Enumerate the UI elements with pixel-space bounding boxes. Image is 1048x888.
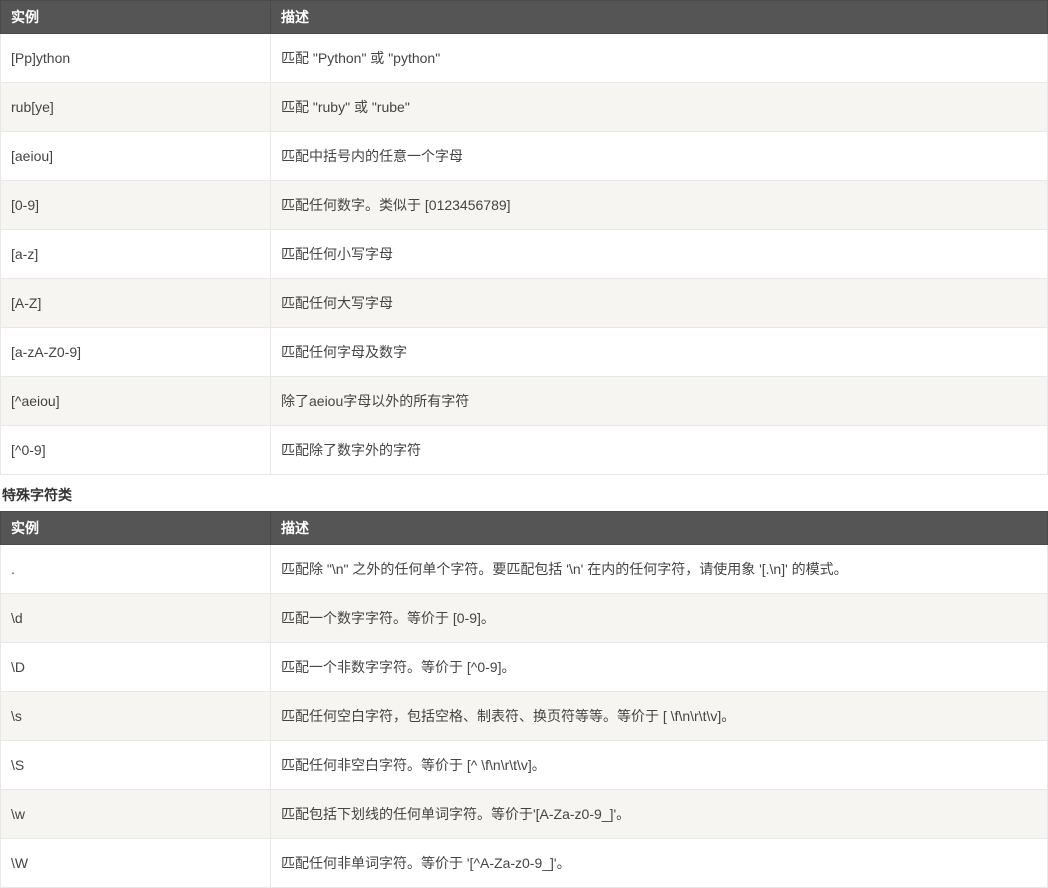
header-description: 描述 xyxy=(271,512,1048,545)
cell-description: 匹配任何字母及数字 xyxy=(271,328,1048,377)
cell-example: \D xyxy=(1,643,271,692)
cell-description: 匹配除了数字外的字符 xyxy=(271,426,1048,475)
cell-description: 匹配中括号内的任意一个字母 xyxy=(271,132,1048,181)
table-row: [0-9] 匹配任何数字。类似于 [0123456789] xyxy=(1,181,1048,230)
cell-example: rub[ye] xyxy=(1,83,271,132)
table-row: [a-z] 匹配任何小写字母 xyxy=(1,230,1048,279)
cell-example: [0-9] xyxy=(1,181,271,230)
regex-special-table: 实例 描述 . 匹配除 "\n" 之外的任何单个字符。要匹配包括 '\n' 在内… xyxy=(0,511,1048,888)
regex-charclass-table: 实例 描述 [Pp]ython 匹配 "Python" 或 "python" r… xyxy=(0,0,1048,475)
table-row: rub[ye] 匹配 "ruby" 或 "rube" xyxy=(1,83,1048,132)
cell-example: \d xyxy=(1,594,271,643)
table-row: [A-Z] 匹配任何大写字母 xyxy=(1,279,1048,328)
cell-example: \s xyxy=(1,692,271,741)
table-row: [^aeiou] 除了aeiou字母以外的所有字符 xyxy=(1,377,1048,426)
header-example: 实例 xyxy=(1,1,271,34)
cell-description: 匹配任何非单词字符。等价于 '[^A-Za-z0-9_]'。 xyxy=(271,839,1048,888)
cell-example: [a-z] xyxy=(1,230,271,279)
cell-example: [^aeiou] xyxy=(1,377,271,426)
header-example: 实例 xyxy=(1,512,271,545)
table-row: \s 匹配任何空白字符，包括空格、制表符、换页符等等。等价于 [ \f\n\r\… xyxy=(1,692,1048,741)
cell-example: \W xyxy=(1,839,271,888)
cell-description: 匹配任何小写字母 xyxy=(271,230,1048,279)
table-row: [^0-9] 匹配除了数字外的字符 xyxy=(1,426,1048,475)
cell-description: 匹配 "ruby" 或 "rube" xyxy=(271,83,1048,132)
cell-description: 匹配一个数字字符。等价于 [0-9]。 xyxy=(271,594,1048,643)
section-heading-special: 特殊字符类 xyxy=(0,475,1048,511)
cell-description: 除了aeiou字母以外的所有字符 xyxy=(271,377,1048,426)
cell-description: 匹配除 "\n" 之外的任何单个字符。要匹配包括 '\n' 在内的任何字符，请使… xyxy=(271,545,1048,594)
cell-description: 匹配包括下划线的任何单词字符。等价于'[A-Za-z0-9_]'。 xyxy=(271,790,1048,839)
cell-example: \S xyxy=(1,741,271,790)
cell-description: 匹配任何大写字母 xyxy=(271,279,1048,328)
table-row: [Pp]ython 匹配 "Python" 或 "python" xyxy=(1,34,1048,83)
table-row: \w 匹配包括下划线的任何单词字符。等价于'[A-Za-z0-9_]'。 xyxy=(1,790,1048,839)
table-header-row: 实例 描述 xyxy=(1,1,1048,34)
table-row: \W 匹配任何非单词字符。等价于 '[^A-Za-z0-9_]'。 xyxy=(1,839,1048,888)
cell-description: 匹配任何非空白字符。等价于 [^ \f\n\r\t\v]。 xyxy=(271,741,1048,790)
cell-example: [a-zA-Z0-9] xyxy=(1,328,271,377)
cell-example: \w xyxy=(1,790,271,839)
header-description: 描述 xyxy=(271,1,1048,34)
cell-example: [^0-9] xyxy=(1,426,271,475)
cell-description: 匹配 "Python" 或 "python" xyxy=(271,34,1048,83)
table-row: \D 匹配一个非数字字符。等价于 [^0-9]。 xyxy=(1,643,1048,692)
table-row: [aeiou] 匹配中括号内的任意一个字母 xyxy=(1,132,1048,181)
cell-description: 匹配任何空白字符，包括空格、制表符、换页符等等。等价于 [ \f\n\r\t\v… xyxy=(271,692,1048,741)
cell-example: [aeiou] xyxy=(1,132,271,181)
cell-example: [Pp]ython xyxy=(1,34,271,83)
table-row: [a-zA-Z0-9] 匹配任何字母及数字 xyxy=(1,328,1048,377)
cell-description: 匹配任何数字。类似于 [0123456789] xyxy=(271,181,1048,230)
cell-example: . xyxy=(1,545,271,594)
table-row: . 匹配除 "\n" 之外的任何单个字符。要匹配包括 '\n' 在内的任何字符，… xyxy=(1,545,1048,594)
table-row: \d 匹配一个数字字符。等价于 [0-9]。 xyxy=(1,594,1048,643)
cell-description: 匹配一个非数字字符。等价于 [^0-9]。 xyxy=(271,643,1048,692)
table-header-row: 实例 描述 xyxy=(1,512,1048,545)
cell-example: [A-Z] xyxy=(1,279,271,328)
table-row: \S 匹配任何非空白字符。等价于 [^ \f\n\r\t\v]。 xyxy=(1,741,1048,790)
